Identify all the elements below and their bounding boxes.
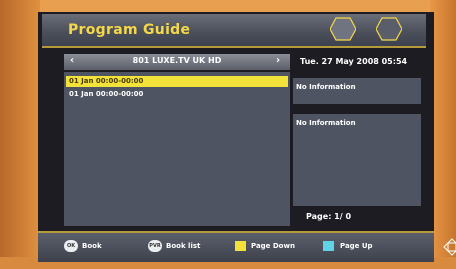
event-row[interactable]: 01 Jan 00:00-00:00	[66, 89, 288, 100]
page-up-label: Page Up	[340, 242, 373, 250]
book-label: Book	[82, 242, 102, 250]
event-info-panel: No Information	[293, 78, 421, 104]
navigation-arrows-icon	[443, 238, 456, 256]
ok-button-icon[interactable]: OK	[64, 240, 78, 252]
chevron-right-icon[interactable]: ›	[276, 55, 280, 66]
footer-bar: OK Book PVR Book list Page Down Page Up	[38, 231, 456, 262]
channel-selector[interactable]: ‹ 801 LUXE.TV UK HD ›	[64, 54, 290, 70]
channel-name: 801 LUXE.TV UK HD	[132, 56, 222, 65]
book-list-label: Book list	[166, 242, 201, 250]
header-bar: Program Guide	[42, 14, 426, 48]
detail-text: No Information	[296, 119, 356, 127]
info-text: No Information	[296, 83, 356, 91]
cyan-key-icon[interactable]	[323, 241, 334, 251]
yellow-key-icon[interactable]	[235, 241, 246, 251]
event-list: 01 Jan 00:00-00:00 01 Jan 00:00-00:00	[64, 72, 290, 226]
wall-left	[0, 0, 40, 269]
event-detail-panel: No Information	[293, 114, 421, 206]
page-down-label: Page Down	[251, 242, 295, 250]
page-title: Program Guide	[68, 22, 191, 38]
page-indicator: Page: 1/ 0	[306, 212, 352, 221]
date-time: Tue. 27 May 2008 05:54	[300, 57, 408, 66]
hexagon-decoration-icon	[330, 17, 356, 41]
hexagon-decoration-icon	[376, 17, 402, 41]
event-row[interactable]: 01 Jan 00:00-00:00	[66, 76, 288, 87]
pvr-button-icon[interactable]: PVR	[148, 240, 162, 252]
